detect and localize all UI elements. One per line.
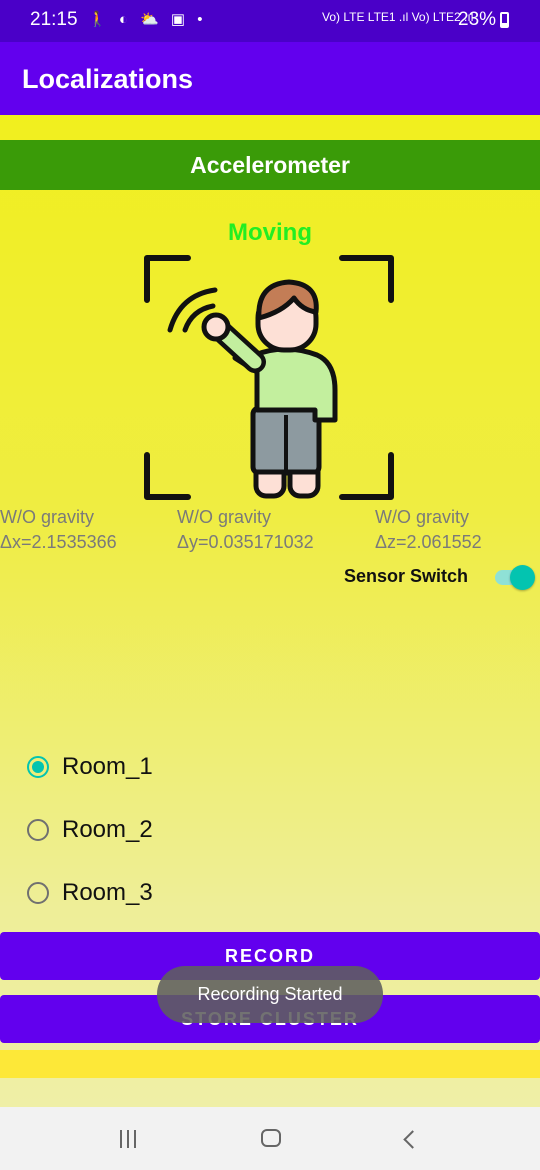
sensor-switch-toggle[interactable] xyxy=(493,565,537,590)
reading-z-label: W/O gravity xyxy=(375,507,470,527)
person-waving-icon xyxy=(144,255,394,500)
reading-y-label: W/O gravity xyxy=(177,507,272,527)
radio-label: Room_2 xyxy=(62,816,153,843)
toast-message: Recording Started xyxy=(157,966,383,1023)
status-time: 21:15 xyxy=(30,9,78,30)
reading-z: W/O gravity Δz=2.061552 xyxy=(375,505,482,555)
radio-label: Room_3 xyxy=(62,879,153,906)
battery-icon xyxy=(500,12,509,28)
reading-x-value: Δx=2.1535366 xyxy=(0,532,117,552)
back-icon[interactable] xyxy=(403,1130,422,1149)
radio-unchecked-icon xyxy=(27,882,49,904)
home-icon[interactable] xyxy=(261,1129,281,1147)
radio-unchecked-icon xyxy=(27,819,49,841)
app-bar: Localizations xyxy=(0,42,540,115)
notification-icons: 🚶 ◐ ⛅ ▣ • xyxy=(88,11,207,28)
recents-icon[interactable] xyxy=(120,1130,141,1153)
reading-z-value: Δz=2.061552 xyxy=(375,532,482,552)
radio-label: Room_1 xyxy=(62,753,153,780)
reading-y-value: Δy=0.035171032 xyxy=(177,532,314,552)
main-content: Accelerometer Moving W/O gravity Δx=2.15… xyxy=(0,115,540,1107)
bottom-strip xyxy=(0,1050,540,1078)
network-indicator: Vo) LTE LTE1 .ıl Vo) LTE2 .ıl xyxy=(322,10,474,24)
motion-state: Moving xyxy=(228,219,312,246)
status-bar: 21:15 🚶 ◐ ⛅ ▣ • Vo) LTE LTE1 .ıl Vo) LTE… xyxy=(0,0,540,42)
switch-thumb xyxy=(510,565,535,590)
reading-y: W/O gravity Δy=0.035171032 xyxy=(177,505,314,555)
reading-x-label: W/O gravity xyxy=(0,507,95,527)
app-title: Localizations xyxy=(22,64,194,94)
sensor-switch-label: Sensor Switch xyxy=(344,566,469,586)
reading-x: W/O gravity Δx=2.1535366 xyxy=(0,505,117,555)
accelerometer-header: Accelerometer xyxy=(0,140,540,190)
battery-percent: 23% xyxy=(458,9,497,30)
radio-checked-icon xyxy=(27,756,49,778)
system-nav-bar xyxy=(0,1107,540,1170)
